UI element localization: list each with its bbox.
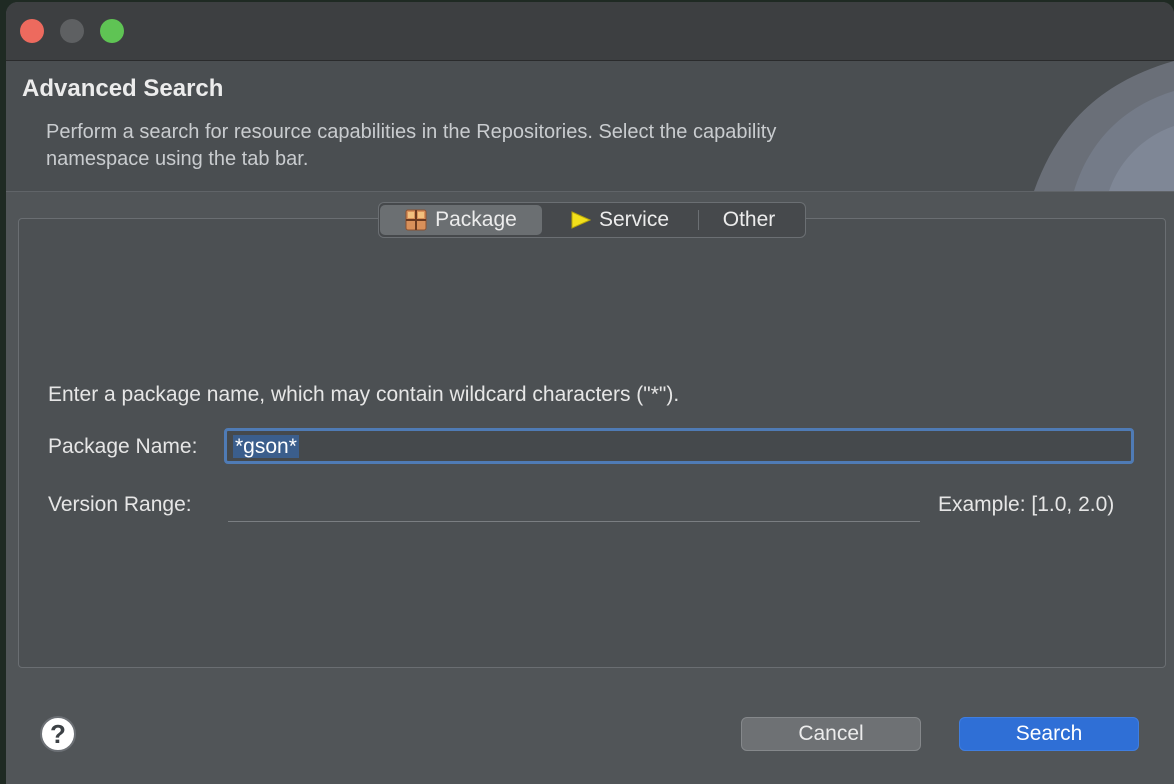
minimize-window-button[interactable] <box>60 19 84 43</box>
search-button[interactable]: Search <box>959 717 1139 751</box>
cancel-button[interactable]: Cancel <box>741 717 921 751</box>
tab-service[interactable]: Service <box>542 205 698 235</box>
service-arrow-icon <box>571 211 591 229</box>
tab-package[interactable]: Package <box>380 205 542 235</box>
version-example-text: Example: [1.0, 2.0) <box>938 493 1115 516</box>
help-icon: ? <box>50 718 66 749</box>
header-banner-graphic <box>1034 61 1174 191</box>
close-window-button[interactable] <box>20 19 44 43</box>
advanced-search-dialog: Advanced Search Perform a search for res… <box>6 2 1174 784</box>
package-name-value: *gson* <box>233 435 299 458</box>
package-name-input[interactable]: *gson* <box>224 428 1134 464</box>
dialog-title: Advanced Search <box>22 75 224 102</box>
dialog-header: Advanced Search Perform a search for res… <box>6 61 1174 192</box>
instruction-text: Enter a package name, which may contain … <box>48 383 680 406</box>
tab-other-label: Other <box>722 208 776 231</box>
namespace-tab-bar: Package Service Other <box>378 202 806 238</box>
version-range-label: Version Range: <box>48 493 192 516</box>
dialog-description: Perform a search for resource capabiliti… <box>46 121 777 170</box>
zoom-window-button[interactable] <box>100 19 124 43</box>
package-name-label: Package Name: <box>48 435 198 458</box>
version-range-input[interactable] <box>228 490 920 522</box>
tab-service-label: Service <box>598 208 670 231</box>
tab-other[interactable]: Other <box>699 205 799 235</box>
help-button[interactable]: ? <box>40 716 76 752</box>
package-icon <box>405 209 427 231</box>
title-bar <box>6 2 1174 61</box>
tab-package-label: Package <box>435 208 517 231</box>
